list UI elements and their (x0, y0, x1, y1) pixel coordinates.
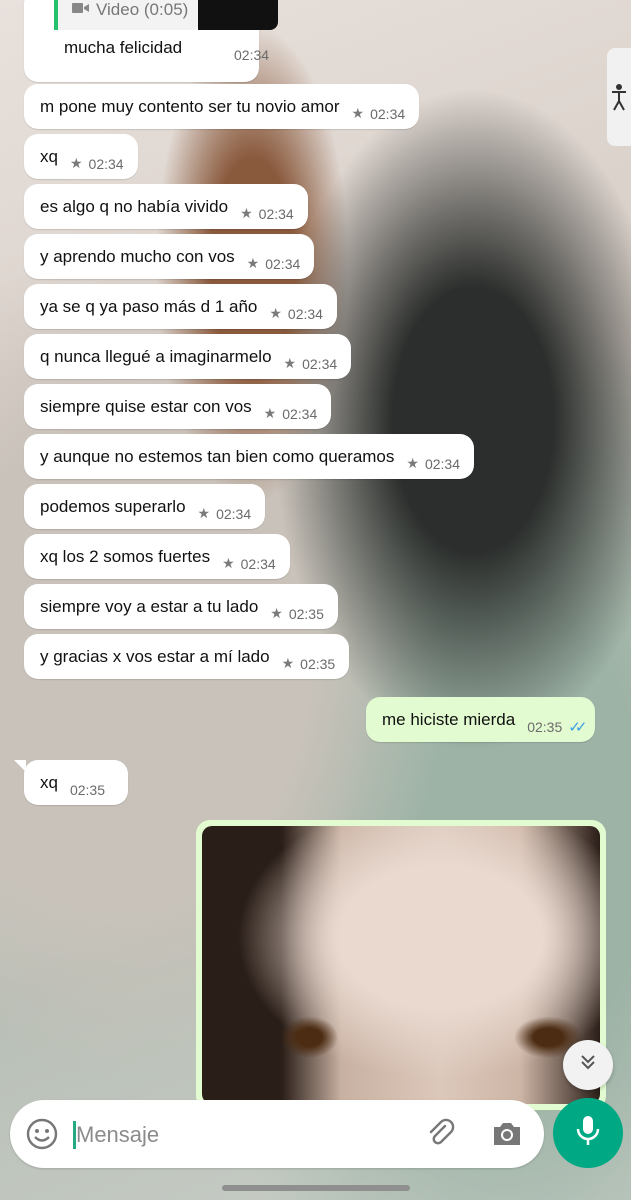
message-text: me hiciste mierda (382, 709, 516, 729)
attach-icon[interactable] (423, 1116, 457, 1150)
bubble-tail (14, 760, 26, 772)
star-icon: ★ (406, 455, 419, 471)
message-text: xq (40, 146, 58, 166)
message-time: 02:34 (302, 355, 338, 372)
message-time: 02:35 (527, 718, 563, 735)
message-text: m pone muy contento ser tu novio amor (40, 96, 340, 116)
star-icon: ★ (270, 605, 283, 621)
message-time: 02:35 (288, 605, 324, 622)
incoming-message[interactable]: y gracias x vos estar a mí lado ★ 02:35 (24, 634, 350, 679)
photo-image[interactable] (202, 826, 600, 1104)
star-icon: ★ (263, 405, 277, 421)
message-time: 02:35 (69, 781, 106, 798)
message-time: 02:34 (258, 205, 294, 222)
message-text: q nunca llegué a imaginarmelo (40, 346, 272, 366)
microphone-icon (575, 1114, 601, 1153)
gesture-nav-bar[interactable] (222, 1185, 410, 1191)
message-time: 02:34 (424, 455, 460, 472)
message-time: 02:34 (370, 105, 406, 122)
incoming-message[interactable]: q nunca llegué a imaginarmelo ★ 02:34 (24, 334, 352, 379)
incoming-message[interactable]: xq los 2 somos fuertes ★ 02:34 (24, 534, 290, 579)
incoming-message[interactable]: es algo q no había vivido ★ 02:34 (24, 184, 308, 229)
video-camera-icon (72, 0, 90, 20)
incoming-message[interactable]: siempre quise estar con vos ★ 02:34 (24, 384, 332, 429)
message-time: 02:34 (287, 305, 323, 322)
message-text: mucha felicidad (64, 38, 183, 57)
incoming-message[interactable]: xq 02:35 (24, 760, 128, 805)
star-icon: ★ (281, 655, 295, 671)
double-chevron-down-icon (578, 1052, 598, 1078)
message-text: y aprendo mucho con vos (40, 246, 235, 266)
read-ticks-icon: ✓✓ (568, 718, 587, 736)
star-icon: ★ (197, 505, 211, 521)
incoming-message[interactable]: ya se q ya paso más d 1 año ★ 02:34 (24, 284, 337, 329)
message-time: 02:34 (265, 255, 301, 272)
star-icon: ★ (283, 355, 297, 371)
star-icon: ★ (240, 205, 253, 221)
camera-icon[interactable] (490, 1118, 524, 1150)
star-icon: ★ (222, 555, 235, 571)
star-icon: ★ (269, 305, 282, 321)
video-message-bubble[interactable]: Video (0:05) mucha felicidad 02:34 (24, 0, 278, 82)
message-text: xq los 2 somos fuertes (40, 546, 211, 566)
message-text: xq (40, 772, 58, 792)
accessibility-icon[interactable] (607, 48, 631, 146)
message-input-bar: Mensaje (10, 1100, 544, 1168)
message-text: siempre quise estar con vos (40, 396, 252, 416)
incoming-message[interactable]: y aprendo mucho con vos ★ 02:34 (24, 234, 315, 279)
incoming-message[interactable]: y aunque no estemos tan bien como queram… (24, 434, 474, 479)
message-time: 02:34 (282, 405, 318, 422)
incoming-message[interactable]: xq ★ 02:34 (24, 134, 138, 179)
outgoing-message[interactable]: me hiciste mierda 02:35 ✓✓ (366, 697, 596, 742)
video-reply-chip[interactable]: Video (0:05) (54, 0, 199, 30)
star-icon: ★ (69, 155, 83, 171)
incoming-message[interactable]: m pone muy contento ser tu novio amor ★ 02… (24, 84, 420, 129)
message-text: ya se q ya paso más d 1 año (40, 296, 258, 316)
video-thumbnail[interactable] (198, 0, 278, 30)
message-input[interactable]: Mensaje (76, 1122, 159, 1148)
message-time: 02:34 (88, 155, 124, 172)
voice-record-button[interactable] (553, 1098, 623, 1168)
photo-message-bubble[interactable] (196, 820, 606, 1110)
message-time: 02:34 (240, 555, 276, 572)
message-text: siempre voy a estar a tu lado (40, 596, 259, 616)
message-time: 02:34 (234, 47, 270, 63)
message-time: 02:35 (300, 655, 336, 672)
message-text: y gracias x vos estar a mí lado (40, 646, 270, 666)
scroll-to-bottom-button[interactable] (563, 1040, 613, 1090)
incoming-message[interactable]: podemos superarlo ★ 02:34 (24, 484, 266, 529)
message-text: y aunque no estemos tan bien como queram… (40, 446, 395, 466)
star-icon: ★ (246, 255, 260, 271)
video-label: Video (0:05) (96, 0, 189, 19)
incoming-message[interactable]: siempre voy a estar a tu lado ★ 02:35 (24, 584, 338, 629)
message-time: 02:34 (216, 505, 252, 522)
message-text: es algo q no había vivido (40, 196, 229, 216)
star-icon: ★ (351, 105, 365, 121)
emoji-icon[interactable] (26, 1118, 58, 1150)
message-text: podemos superarlo (40, 496, 186, 516)
